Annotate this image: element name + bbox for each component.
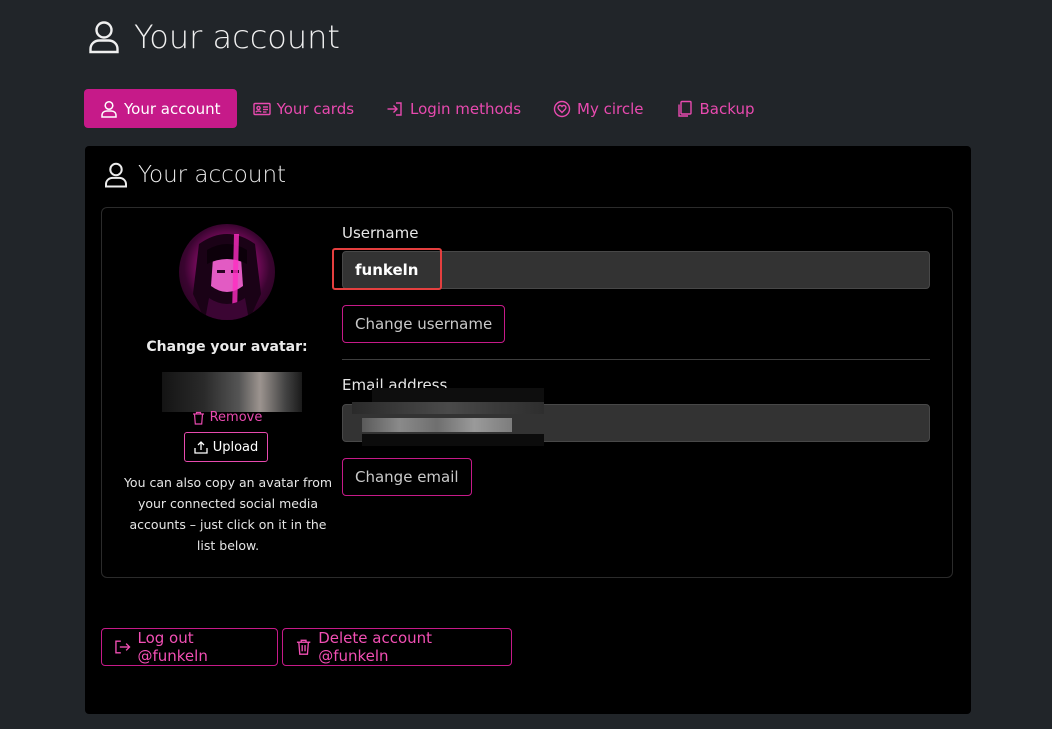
person-icon <box>101 100 117 118</box>
change-email-label: Change email <box>355 468 459 486</box>
id-card-icon <box>252 102 271 115</box>
avatar-file-input[interactable] <box>162 372 302 412</box>
avatar[interactable] <box>179 224 275 320</box>
avatar-image <box>193 234 261 320</box>
tab-your-cards[interactable]: Your cards <box>237 89 370 128</box>
logout-icon <box>115 640 131 654</box>
email-redaction <box>352 388 544 446</box>
remove-avatar-link[interactable]: Remove <box>102 410 352 425</box>
heart-circle-icon <box>553 100 571 117</box>
tab-label: My circle <box>577 99 644 118</box>
delete-account-button[interactable]: Delete account @funkeln <box>282 628 512 666</box>
person-icon <box>105 162 127 188</box>
panel-title-text: Your account <box>138 162 287 188</box>
panel-title: Your account <box>104 162 286 188</box>
copy-icon <box>677 100 692 117</box>
tab-backup[interactable]: Backup <box>660 89 771 128</box>
change-username-label: Change username <box>355 315 493 333</box>
logout-button[interactable]: Log out @funkeln <box>101 628 278 666</box>
avatar-help-text: You can also copy an avatar from your co… <box>123 475 333 553</box>
tab-label: Your cards <box>276 99 355 118</box>
delete-label: Delete account @funkeln <box>318 629 433 665</box>
logout-label: Log out @funkeln <box>137 629 208 665</box>
upload-icon <box>194 441 208 454</box>
upload-label: Upload <box>212 439 259 455</box>
page-title-text: Your account <box>134 18 340 56</box>
person-icon <box>89 21 119 54</box>
tab-label: Backup <box>699 99 755 118</box>
trash-icon <box>192 411 204 425</box>
change-email-button[interactable]: Change email <box>342 458 472 496</box>
divider <box>342 359 930 360</box>
upload-button[interactable]: Upload <box>184 432 268 462</box>
tab-label: Your account <box>124 99 221 118</box>
remove-label: Remove <box>209 410 263 425</box>
username-label: Username <box>342 224 419 242</box>
account-card: Change your avatar: Remove Upload You ca… <box>101 207 953 578</box>
avatar-heading: Change your avatar: <box>146 339 308 355</box>
username-highlight-box <box>332 248 442 290</box>
login-icon <box>387 101 402 116</box>
tab-label: Login methods <box>410 99 522 118</box>
tab-your-account[interactable]: Your account <box>84 89 237 128</box>
tab-login-methods[interactable]: Login methods <box>370 89 537 128</box>
account-panel: Your account Change your avatar: Remove <box>85 146 971 714</box>
trash-icon <box>296 639 311 655</box>
tab-my-circle[interactable]: My circle <box>537 89 659 128</box>
tab-bar: Your account Your cards Login methods My… <box>84 89 770 128</box>
change-username-button[interactable]: Change username <box>342 305 506 343</box>
page-title: Your account <box>88 18 340 56</box>
